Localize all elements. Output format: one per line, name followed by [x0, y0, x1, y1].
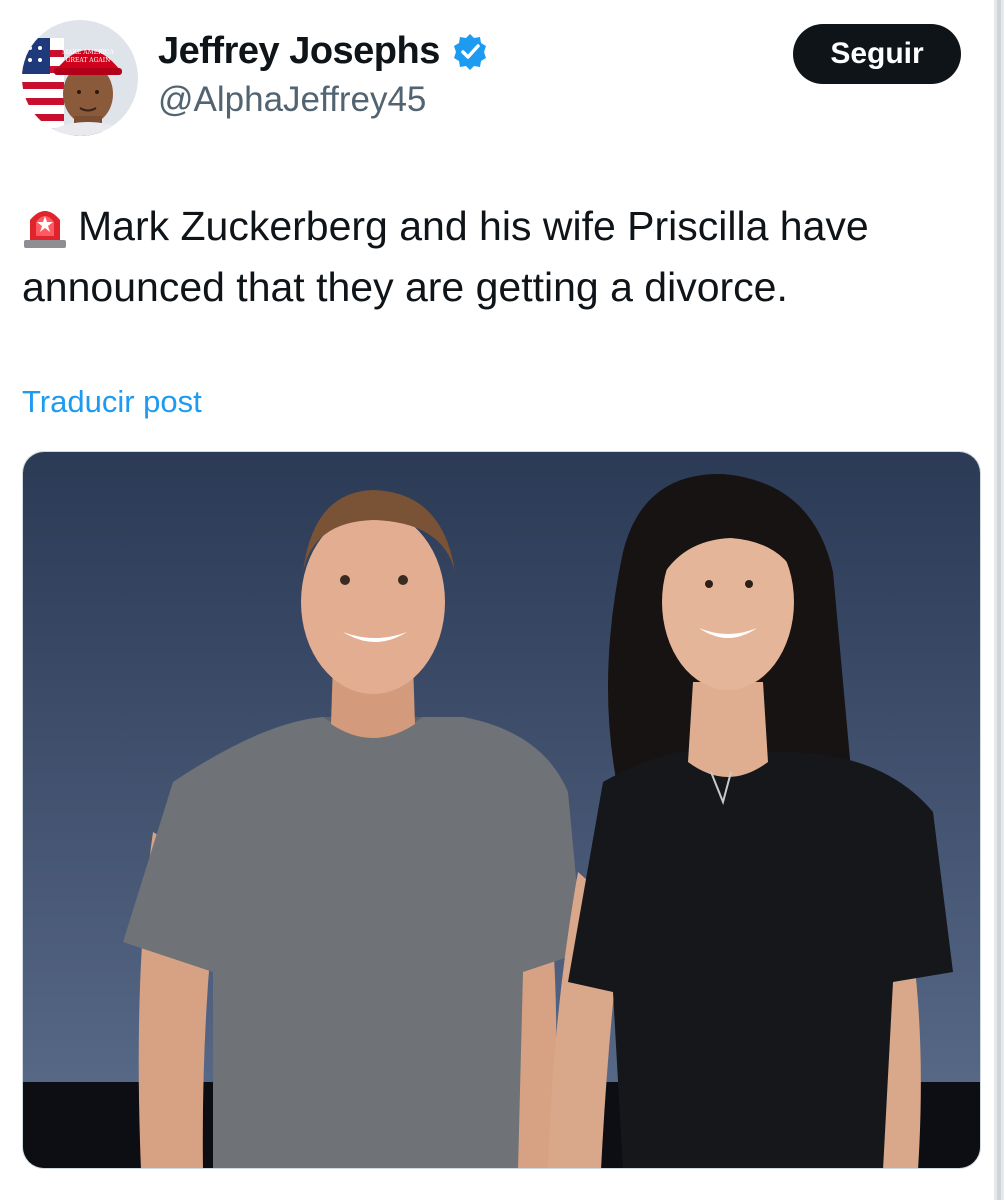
post-text: Mark Zuckerberg and his wife Priscilla h… [22, 196, 962, 318]
post-media-photo[interactable] [22, 451, 981, 1169]
author-handle[interactable]: @AlphaJeffrey45 [158, 80, 426, 120]
flag-icon [22, 38, 64, 128]
author-name-row[interactable]: Jeffrey Josephs [158, 30, 490, 73]
author-avatar[interactable]: MAKE AMERICA GREAT AGAIN [22, 20, 138, 136]
verified-badge-icon [453, 33, 486, 70]
translate-post-link[interactable]: Traducir post [22, 384, 202, 420]
scrollbar-track[interactable] [994, 0, 1004, 1200]
avatar-image: MAKE AMERICA GREAT AGAIN [22, 20, 138, 136]
post-body-text: Mark Zuckerberg and his wife Priscilla h… [22, 203, 869, 310]
police-siren-icon [24, 211, 66, 248]
svg-text:MAKE AMERICA: MAKE AMERICA [62, 49, 115, 56]
author-display-name[interactable]: Jeffrey Josephs [158, 30, 440, 73]
svg-text:GREAT AGAIN: GREAT AGAIN [66, 57, 111, 64]
follow-button[interactable]: Seguir [793, 24, 961, 84]
photo-two-people-on-stage [23, 452, 980, 1168]
scrollbar-thumb[interactable] [997, 0, 1001, 1200]
